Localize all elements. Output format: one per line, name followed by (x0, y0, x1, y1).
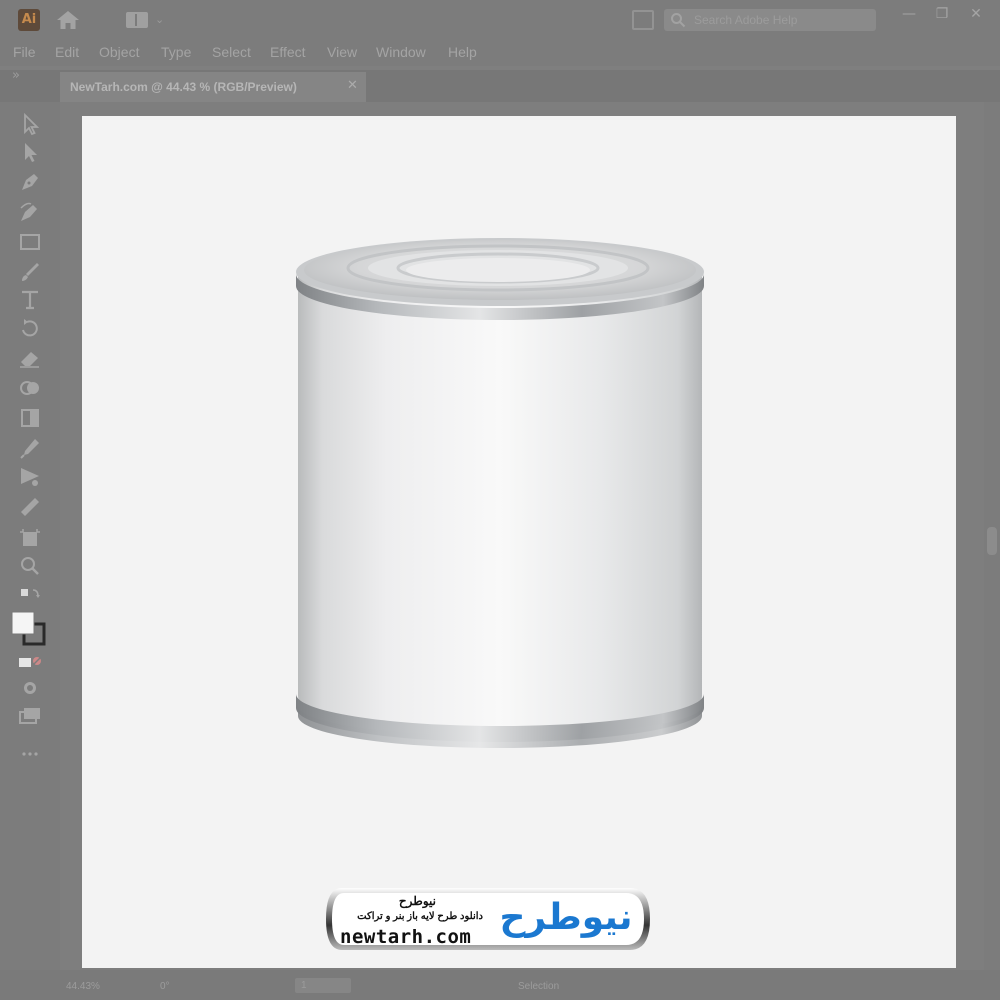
vertical-scrollbar[interactable] (984, 102, 1000, 970)
swap-colors-icon[interactable] (17, 584, 43, 608)
watermark-subtitle: دانلود طرح لایه باز بنر و تراکت (357, 911, 483, 922)
maximize-button[interactable]: ❐ (928, 4, 956, 26)
arrange-documents-icon[interactable] (632, 10, 654, 30)
watermark-url: newtarh.com (340, 926, 472, 948)
menu-select[interactable]: Select (212, 44, 251, 60)
app-logo: Ai (18, 9, 40, 31)
status-bar: 44.43% 0° 1 Selection (0, 970, 1000, 1000)
watermark-brand: نیوطرح (499, 897, 633, 938)
scrollbar-thumb[interactable] (987, 527, 997, 555)
pen-tool-icon[interactable] (17, 170, 43, 194)
screen-mode-icon[interactable] (17, 704, 43, 728)
menu-file[interactable]: File (13, 44, 36, 60)
artboard[interactable] (82, 116, 956, 968)
menu-bar: File Edit Object Type Select Effect View… (0, 40, 1000, 66)
close-tab-icon[interactable]: ✕ (347, 78, 358, 93)
rotate-view-angle[interactable]: 0° (160, 981, 170, 992)
eyedropper-tool-icon[interactable] (17, 436, 43, 460)
document-tab-label: NewTarh.com @ 44.43 % (RGB/Preview) (70, 80, 297, 94)
rectangle-tool-icon[interactable] (17, 230, 43, 254)
menu-effect[interactable]: Effect (270, 44, 306, 60)
workspace-icon[interactable] (125, 11, 149, 29)
zoom-level[interactable]: 44.43% (66, 981, 100, 992)
color-mode-icon[interactable] (17, 650, 43, 674)
blend-tool-icon[interactable] (17, 464, 43, 488)
minimize-button[interactable]: — (895, 4, 923, 26)
menu-object[interactable]: Object (99, 44, 139, 60)
current-tool-name: Selection (518, 981, 560, 992)
direct-selection-tool-icon[interactable] (17, 140, 43, 164)
more-tools-icon[interactable] (17, 742, 43, 766)
search-input[interactable]: Search Adobe Help (664, 9, 876, 31)
menu-edit[interactable]: Edit (55, 44, 79, 60)
paintbrush-tool-icon[interactable] (17, 260, 43, 284)
tools-panel (0, 102, 60, 970)
search-placeholder: Search Adobe Help (694, 13, 798, 27)
menu-type[interactable]: Type (161, 44, 191, 60)
watermark-title: نیوطرح (398, 894, 436, 908)
title-bar: Ai ⌄ Search Adobe Help — ❐ ✕ (0, 0, 1000, 40)
tin-can[interactable] (294, 238, 706, 762)
artboard-tool-icon[interactable] (17, 526, 43, 550)
artboard-navigator[interactable]: 1 (295, 978, 351, 993)
menu-window[interactable]: Window (376, 44, 426, 60)
draw-mode-icon[interactable] (17, 676, 43, 700)
document-tab[interactable]: NewTarh.com @ 44.43 % (RGB/Preview) ✕ (60, 72, 366, 102)
gradient-tool-icon[interactable] (17, 406, 43, 430)
fill-stroke-icon[interactable] (10, 610, 50, 648)
close-window-button[interactable]: ✕ (962, 4, 990, 26)
slice-tool-icon[interactable] (17, 494, 43, 518)
search-icon (671, 13, 686, 28)
workspace-chevron-icon[interactable]: ⌄ (155, 13, 164, 26)
eraser-tool-icon[interactable] (17, 346, 43, 370)
artboard-number: 1 (301, 980, 307, 991)
shape-builder-tool-icon[interactable] (17, 376, 43, 400)
type-tool-icon[interactable] (17, 288, 43, 312)
document-tab-strip: » NewTarh.com @ 44.43 % (RGB/Preview) ✕ (0, 68, 1000, 102)
curvature-tool-icon[interactable] (17, 200, 43, 224)
rotate-tool-icon[interactable] (17, 316, 43, 340)
menu-help[interactable]: Help (448, 44, 477, 60)
selection-tool-icon[interactable] (17, 112, 43, 136)
home-icon[interactable] (55, 9, 81, 31)
zoom-tool-icon[interactable] (17, 554, 43, 578)
collapse-panels-icon[interactable]: » (12, 68, 20, 83)
menu-view[interactable]: View (327, 44, 357, 60)
